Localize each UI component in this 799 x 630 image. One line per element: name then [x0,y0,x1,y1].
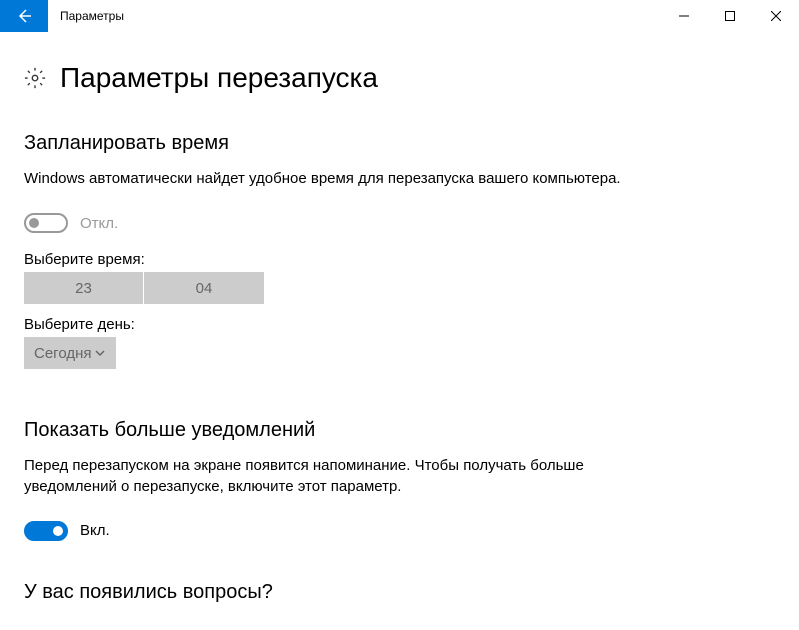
time-picker: 23 04 [24,272,775,304]
window-title: Параметры [48,9,661,23]
page-title: Параметры перезапуска [60,62,378,94]
back-button[interactable] [0,0,48,32]
notifications-description: Перед перезапуском на экране появится на… [24,456,674,497]
notifications-toggle-label: Вкл. [80,522,110,539]
gear-icon [24,67,46,89]
schedule-toggle [24,213,68,233]
schedule-toggle-row: Откл. [24,213,775,233]
day-value: Сегодня [34,345,92,362]
notifications-section: Показать больше уведомлений Перед переза… [24,419,775,541]
arrow-left-icon [16,8,32,24]
title-bar: Параметры [0,0,799,32]
close-button[interactable] [753,0,799,32]
chevron-down-icon [94,347,106,359]
notifications-toggle-row: Вкл. [24,521,775,541]
notifications-toggle[interactable] [24,521,68,541]
time-label: Выберите время: [24,251,775,268]
maximize-icon [725,11,735,21]
schedule-toggle-label: Откл. [80,215,118,232]
time-minute-cell: 04 [144,272,264,304]
day-picker: Сегодня [24,337,116,369]
time-hour-cell: 23 [24,272,144,304]
maximize-button[interactable] [707,0,753,32]
questions-heading: У вас появились вопросы? [24,581,775,604]
minimize-icon [679,11,689,21]
toggle-knob [53,526,63,536]
schedule-description: Windows автоматически найдет удобное вре… [24,169,674,189]
close-icon [771,11,781,21]
content-area: Параметры перезапуска Запланировать врем… [0,32,799,604]
minimize-button[interactable] [661,0,707,32]
toggle-knob [29,218,39,228]
day-label: Выберите день: [24,316,775,333]
schedule-heading: Запланировать время [24,132,775,155]
page-header: Параметры перезапуска [24,62,775,94]
notifications-heading: Показать больше уведомлений [24,419,775,442]
window-controls [661,0,799,32]
